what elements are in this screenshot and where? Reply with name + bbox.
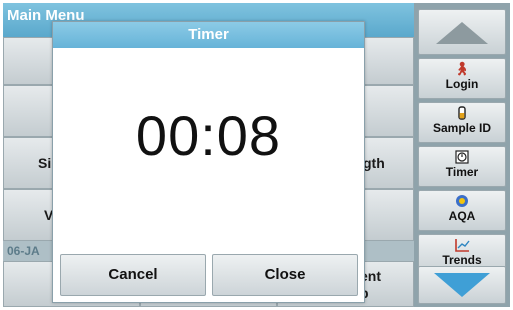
sidebar-item-label: Login (445, 77, 479, 91)
dialog-title: Timer (53, 22, 364, 48)
vial-icon (419, 106, 505, 120)
trends-icon (419, 238, 505, 252)
cancel-button[interactable]: Cancel (60, 254, 206, 296)
sidebar-item-aqa[interactable]: AQA (418, 190, 506, 231)
timer-countdown: 00:08 (135, 104, 282, 167)
sidebar-item-label: Timer (445, 165, 479, 179)
sidebar-item-label: Trends (442, 253, 482, 267)
sidebar-item-timer[interactable]: Timer (418, 146, 506, 187)
sidebar: 🚶︎ Login Sample ID Timer AQA Trends (414, 3, 510, 307)
scroll-up-button[interactable] (418, 9, 506, 55)
person-icon: 🚶︎ (453, 61, 471, 76)
sidebar-item-login[interactable]: 🚶︎ Login (418, 58, 506, 99)
scroll-down-button[interactable] (418, 266, 506, 304)
timer-icon (419, 150, 505, 164)
menu-button-9-label: gth (363, 155, 385, 171)
up-arrow-icon (436, 22, 488, 44)
close-button[interactable]: Close (212, 254, 358, 296)
instrument-screen: Main Menu Si gth V 06-JA ent p 🚶︎ Login (3, 3, 510, 307)
menu-button-7-label: Si (38, 155, 52, 171)
sidebar-item-label: Sample ID (432, 121, 492, 135)
sidebar-item-sample-id[interactable]: Sample ID (418, 102, 506, 143)
down-arrow-icon (434, 273, 490, 297)
aqa-icon (419, 194, 505, 208)
timer-dialog: Timer 00:08 Cancel Close (52, 21, 365, 303)
sidebar-item-label: AQA (448, 209, 476, 223)
